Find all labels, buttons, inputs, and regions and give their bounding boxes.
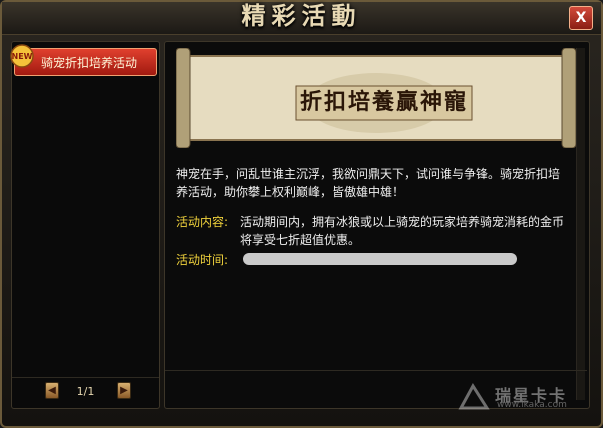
content-text: 活动期间内，拥有冰狼或以上骑宠的玩家培养骑宠消耗的金币将享受七折超值优惠。: [240, 215, 565, 247]
pager: ◀ 1/1 ▶: [12, 377, 159, 402]
banner-title: 折扣培養贏神寵: [299, 90, 468, 115]
close-button[interactable]: X: [569, 6, 593, 30]
new-badge-icon: NEW: [10, 44, 34, 68]
next-page-button[interactable]: ▶: [117, 382, 131, 399]
time-value-redacted: [243, 253, 517, 265]
svg-text:NEW: NEW: [12, 52, 33, 61]
title-bar: 精彩活動 X: [2, 2, 601, 35]
activity-tab-mount-discount[interactable]: NEW 骑宠折扣培养活动: [10, 44, 157, 76]
activity-list-panel: NEW 骑宠折扣培养活动 ◀ 1/1 ▶: [10, 41, 160, 409]
activity-tab-label: 骑宠折扣培养活动: [41, 56, 138, 70]
watermark-url: www.ikaka.com: [497, 400, 567, 410]
watermark: 瑞星卡卡 www.ikaka.com: [457, 382, 587, 412]
content-label: 活动内容:: [176, 215, 229, 229]
time-label: 活动时间:: [176, 253, 229, 267]
scrollbar[interactable]: [576, 48, 585, 400]
window-title: 精彩活動: [241, 2, 362, 30]
page-number: 1/1: [76, 385, 95, 398]
activity-description: 神宠在手，问乱世谁主沉浮，我欲问鼎天下，试问谁与争锋。骑宠折扣培养活动，助你攀上…: [176, 167, 561, 199]
watermark-logo-icon: [458, 383, 490, 410]
